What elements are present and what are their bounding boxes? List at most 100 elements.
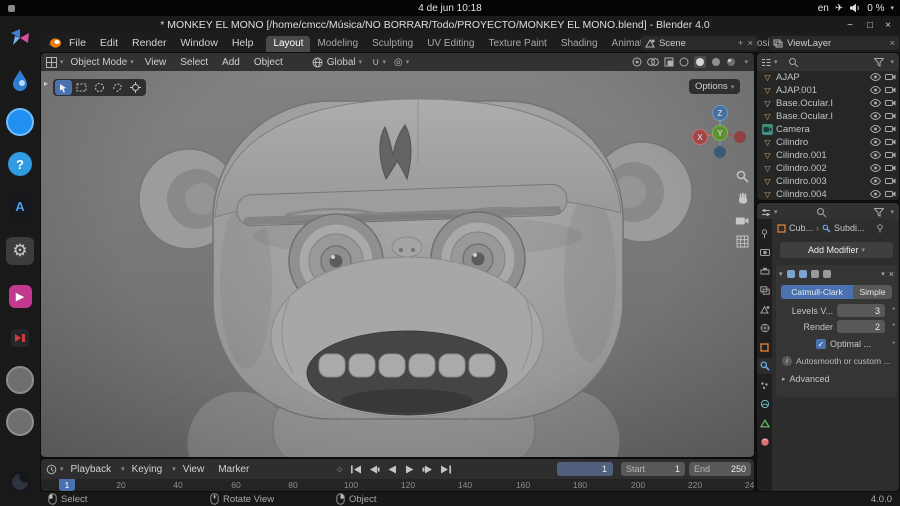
outliner-item[interactable]: ▽ Cilindro.001	[757, 149, 899, 162]
orthographic-grid-icon[interactable]	[733, 232, 751, 250]
tab-object-data-icon[interactable]	[757, 415, 772, 431]
disable-render-camera-icon[interactable]	[885, 99, 896, 107]
tab-scene-icon[interactable]	[757, 301, 772, 317]
jump-to-end-button[interactable]	[438, 463, 454, 475]
keying-menu[interactable]: Keying	[125, 464, 170, 475]
timeline-ruler[interactable]: 20 40 60 80 100 120 140 160 180 200 220 …	[41, 479, 754, 491]
catmull-clark-button[interactable]: Catmull-Clark	[781, 285, 853, 299]
scene-selector[interactable]: Scene + ×	[641, 36, 757, 50]
autosmooth-info-row[interactable]: i Autosmooth or custom ...	[782, 356, 890, 366]
timeline-editor-type-icon[interactable]	[46, 464, 57, 475]
hide-viewport-eye-icon[interactable]	[870, 125, 881, 133]
properties-filter-icon[interactable]	[874, 207, 885, 217]
current-frame-field[interactable]: 1	[557, 462, 613, 476]
modifier-expand-icon[interactable]: ▾	[779, 270, 783, 278]
scene-new-button[interactable]: +	[738, 38, 744, 49]
disable-render-camera-icon[interactable]	[885, 86, 896, 94]
timeline-view-menu[interactable]: View	[176, 464, 212, 475]
tab-texture-paint[interactable]: Texture Paint	[481, 36, 553, 52]
viewport-menu-add[interactable]: Add	[215, 57, 247, 68]
shading-solid-icon[interactable]	[694, 56, 707, 68]
tab-modifiers-icon[interactable]	[757, 358, 772, 374]
modifier-edit-mode-toggle-icon[interactable]	[786, 269, 796, 279]
show-gizmo-icon[interactable]	[632, 57, 642, 67]
hide-viewport-eye-icon[interactable]	[870, 177, 881, 185]
jump-to-start-button[interactable]	[348, 463, 364, 475]
select-lasso-tool-button[interactable]	[109, 80, 126, 95]
xray-toggle-icon[interactable]	[664, 57, 674, 67]
next-keyframe-button[interactable]	[420, 463, 436, 475]
disable-render-camera-icon[interactable]	[885, 125, 896, 133]
droplet-app-icon[interactable]	[6, 66, 34, 94]
outliner-search-icon[interactable]	[788, 57, 799, 68]
minimize-button[interactable]: −	[840, 16, 860, 34]
gray-circle-app-icon-2[interactable]	[6, 408, 34, 436]
hide-viewport-eye-icon[interactable]	[870, 151, 881, 159]
tab-tool-icon[interactable]	[757, 225, 772, 241]
editor-type-icon[interactable]	[46, 56, 57, 68]
settings-gear-icon[interactable]: ⚙	[6, 237, 34, 265]
breadcrumb-object[interactable]: Cub...	[789, 223, 813, 233]
add-modifier-button[interactable]: Add Modifier ▾	[780, 242, 893, 258]
disable-render-camera-icon[interactable]	[885, 73, 896, 81]
red-box-app-icon[interactable]	[6, 324, 34, 352]
pan-hand-icon[interactable]	[733, 189, 751, 207]
maximize-button[interactable]: □	[860, 16, 880, 34]
tab-particles-icon[interactable]	[757, 377, 772, 393]
select-circle-tool-button[interactable]	[91, 80, 108, 95]
tab-render-icon[interactable]	[757, 244, 772, 260]
tab-material-icon[interactable]	[757, 434, 772, 450]
advanced-section-toggle[interactable]: ▸ Advanced	[782, 374, 830, 384]
snap-magnet-icon[interactable]: ∪	[372, 57, 379, 68]
orientation-globe-icon[interactable]	[312, 57, 323, 68]
tab-physics-icon[interactable]	[757, 396, 772, 412]
disable-render-camera-icon[interactable]	[885, 138, 896, 146]
swirl-app-icon[interactable]	[6, 468, 34, 496]
menu-window[interactable]: Window	[173, 37, 224, 49]
viewlayer-delete-button[interactable]: ×	[889, 38, 895, 49]
hide-viewport-eye-icon[interactable]	[870, 73, 881, 81]
viewport-canvas[interactable]: ▸ Options ▾ Z X Y	[41, 71, 754, 457]
optimal-display-checkbox[interactable]: ✓	[816, 339, 826, 349]
hide-viewport-eye-icon[interactable]	[870, 99, 881, 107]
shading-wireframe-icon[interactable]	[679, 57, 689, 67]
tab-uv-editing[interactable]: UV Editing	[420, 36, 481, 52]
hide-viewport-eye-icon[interactable]	[870, 138, 881, 146]
clock[interactable]: 4 de jun 10:18	[418, 3, 481, 14]
volume-icon[interactable]	[849, 3, 861, 13]
zoom-icon[interactable]	[733, 167, 751, 185]
disable-render-camera-icon[interactable]	[885, 190, 896, 198]
tab-modeling[interactable]: Modeling	[310, 36, 365, 52]
window-titlebar[interactable]: * MONKEY EL MONO [/home/cmcc/Música/NO B…	[40, 16, 900, 34]
hide-viewport-eye-icon[interactable]	[870, 86, 881, 94]
outliner-item-camera[interactable]: Camera	[757, 123, 899, 136]
outliner-item[interactable]: ▽ Base.Ocular.I	[757, 97, 899, 110]
menu-file[interactable]: File	[62, 37, 93, 49]
tab-viewlayer-icon[interactable]	[757, 282, 772, 298]
overlays-icon[interactable]	[647, 57, 660, 67]
airplane-mode-icon[interactable]: ✈	[835, 3, 843, 14]
a-letter-app-icon[interactable]: A	[6, 192, 34, 220]
hide-viewport-eye-icon[interactable]	[870, 190, 881, 198]
battery-level[interactable]: 0 %	[867, 3, 884, 14]
play-button[interactable]	[402, 463, 418, 475]
modifier-render-toggle-icon[interactable]	[810, 269, 820, 279]
outliner-filter-icon[interactable]	[874, 57, 885, 67]
hide-viewport-eye-icon[interactable]	[870, 112, 881, 120]
disable-render-camera-icon[interactable]	[885, 164, 896, 172]
pin-icon[interactable]	[876, 223, 884, 233]
modifier-delete-icon[interactable]: ×	[889, 269, 894, 279]
orientation-dropdown[interactable]: Global	[327, 57, 356, 68]
outliner-item[interactable]: ▽ Base.Ocular.I	[757, 110, 899, 123]
outliner-item[interactable]: ▽ AJAP.001	[757, 84, 899, 97]
proportional-edit-icon[interactable]: ◎	[394, 57, 403, 68]
options-button[interactable]: Options ▾	[689, 79, 741, 94]
menu-edit[interactable]: Edit	[93, 37, 125, 49]
pinwheel-app-icon[interactable]	[6, 24, 34, 52]
outliner-item[interactable]: ▽ Cilindro	[757, 136, 899, 149]
menu-help[interactable]: Help	[225, 37, 261, 49]
simple-button[interactable]: Simple	[853, 285, 892, 299]
cursor-tool-button[interactable]	[127, 80, 144, 95]
outliner-item[interactable]: ▽ AJAP	[757, 71, 899, 84]
playback-menu[interactable]: Playback	[64, 464, 119, 475]
